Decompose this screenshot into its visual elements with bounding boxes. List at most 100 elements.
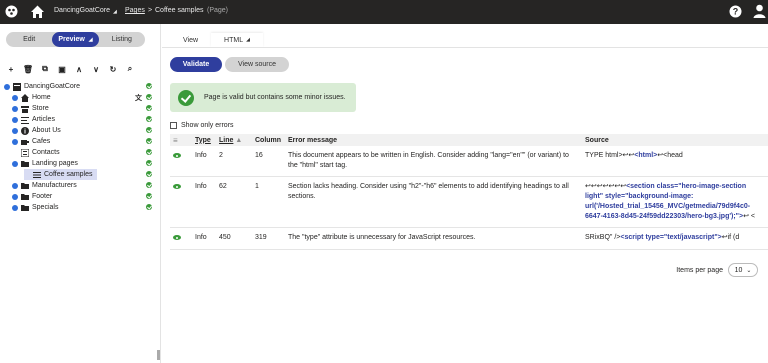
view-eye-icon[interactable] [173,153,181,158]
success-check-icon [178,89,194,106]
search-icon[interactable]: ⌕ [126,64,134,73]
tree-node-landing-pages[interactable]: Landing pages [12,158,78,169]
mode-edit-button[interactable]: Edit [6,32,52,47]
tree-node-manufacturers[interactable]: Manufacturers [12,180,77,191]
mode-listing-button[interactable]: Listing [99,32,145,47]
validate-button[interactable]: Validate [170,57,222,72]
user-icon[interactable] [753,4,766,18]
source-cell: SRixBQ" /><script type="text/javascript"… [582,227,768,250]
error-message-cell: This document appears to be written in E… [285,146,582,177]
copy-icon[interactable]: ⧉ [41,64,49,73]
kentico-logo-icon[interactable] [5,5,18,18]
expand-toggle-icon[interactable] [12,160,18,167]
tree-node-label: Landing pages [32,160,78,167]
top-bar: DancingGoatCore ◢ Pages > Coffee samples… [0,0,768,24]
source-cell: TYPE html>↩↩<html>↩<head [582,146,768,177]
tab-html[interactable]: HTML ◢ [211,33,263,47]
column-error-header: Error message [285,134,582,146]
view-eye-icon[interactable] [173,184,181,189]
breadcrumb-current-page: Coffee samples [155,7,204,14]
expand-toggle-icon[interactable] [12,127,18,134]
validation-table: ≡ Type Line ▲ Column Error message Sourc… [170,134,768,250]
folder-icon [21,204,29,212]
checkbox-box[interactable] [170,122,177,129]
view-tabs: View HTML ◢ [170,33,263,47]
tab-view[interactable]: View [170,33,211,47]
tree-node-label: Home [32,94,51,101]
column-line-header[interactable]: Line ▲ [216,134,252,146]
breadcrumb-pages-link[interactable]: Pages [125,7,145,14]
view-eye-icon[interactable] [173,235,181,240]
cup-icon [21,138,29,146]
table-row: Info 450 319 The "type" attribute is unnece… [170,227,768,250]
tree-node-contacts[interactable]: Contacts [12,147,60,158]
items-per-page-value: 10 [734,266,743,274]
preview-dropdown-icon[interactable]: ◢ [89,37,93,43]
expand-toggle-icon[interactable] [12,105,18,112]
tree-node-dancinggoatcore[interactable]: DancingGoatCore [4,81,80,92]
mode-preview-button[interactable]: Preview ◢ [52,32,99,47]
folder-icon [21,160,29,168]
add-icon[interactable]: + [7,65,15,74]
page-icon [33,171,41,179]
tree-node-cafes[interactable]: Cafes [12,136,50,147]
svg-text:?: ? [733,7,739,17]
error-message-cell: The "type" attribute is unnecessary for … [285,227,582,250]
expand-toggle-icon[interactable] [12,182,18,189]
tree-node-footer[interactable]: Footer [12,191,52,202]
tree-node-home[interactable]: Home [12,92,51,103]
source-tag: <html> [634,152,658,159]
published-status-icon [146,182,152,188]
mode-preview-label: Preview [58,36,85,43]
expand-toggle-icon[interactable] [12,193,18,200]
line-header-label: Line [219,136,234,144]
tree-node-about-us[interactable]: About Us [12,125,61,136]
row-action-cell [170,146,192,177]
column-type-header[interactable]: Type [192,134,216,146]
html-dropdown-icon[interactable]: ◢ [246,37,250,43]
alert-message: Page is valid but contains some minor is… [204,94,346,101]
move-icon[interactable]: ▣ [58,65,66,74]
tree-node-store[interactable]: Store [12,103,49,114]
panel-resize-handle[interactable] [157,350,160,360]
expand-toggle-icon[interactable] [4,83,10,90]
tree-node-label: Specials [32,204,59,211]
articles-icon [21,116,29,124]
line-cell: 450 [216,227,252,250]
tree-node-specials[interactable]: Specials [12,202,58,213]
site-icon [13,82,21,91]
site-name[interactable]: DancingGoatCore [54,7,110,14]
source-prefix: SRixBQ" /> [585,234,621,241]
refresh-icon[interactable]: ↻ [109,65,117,74]
breadcrumb-page-type: (Page) [207,7,229,14]
menu-icon[interactable]: ≡ [173,136,178,145]
tree-node-label: Store [32,105,49,112]
show-only-errors-checkbox[interactable]: Show only errors [170,122,234,129]
site-dropdown-icon[interactable]: ◢ [113,9,117,15]
published-status-icon [146,116,152,122]
expand-toggle-icon[interactable] [12,204,18,211]
view-source-button[interactable]: View source [225,57,289,72]
delete-icon[interactable]: 🗑 [23,65,33,74]
expand-toggle-icon[interactable] [12,94,18,101]
expand-toggle-icon[interactable] [12,138,18,145]
tree-node-articles[interactable]: Articles [12,114,55,125]
chevron-down-icon: ⌄ [746,267,752,274]
tree-node-coffee-samples[interactable]: Coffee samples [24,169,97,180]
move-down-icon[interactable]: ∨ [92,65,100,74]
published-status-icon [146,138,152,144]
expand-toggle-icon[interactable] [12,116,18,123]
source-prefix: TYPE html>↩↩ [585,152,635,159]
published-status-icon [146,171,152,177]
store-icon [21,105,29,113]
tree-node-label: DancingGoatCore [24,83,81,90]
items-per-page-select[interactable]: 10 ⌄ [728,263,758,277]
column-source-header: Source [582,134,768,146]
move-up-icon[interactable]: ∧ [75,65,83,74]
home-icon[interactable] [30,4,45,19]
error-message-cell: Section lacks heading. Consider using "h… [285,176,582,228]
items-per-page-label: Items per page [676,266,723,274]
help-icon[interactable]: ? [729,5,742,18]
row-action-cell [170,227,192,250]
source-tag: <script type="text/javascript"> [620,234,722,241]
